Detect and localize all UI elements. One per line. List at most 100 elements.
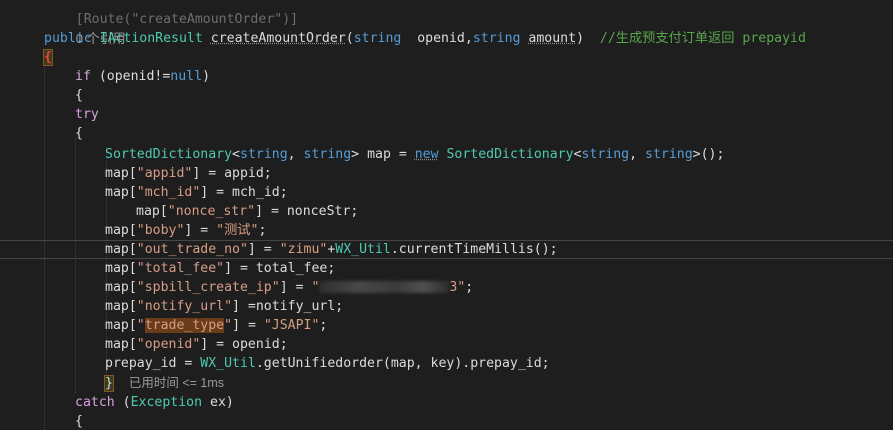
punct: ; — [319, 318, 328, 333]
code-line[interactable]: try — [0, 105, 893, 124]
code-text: ] = — [184, 223, 217, 238]
punct: > — [692, 147, 701, 162]
punct: , — [629, 147, 646, 162]
code-line[interactable]: } 已用时间 <= 1ms — [0, 374, 893, 393]
code-text: ] = total_fee; — [224, 261, 336, 276]
string-literal: "JSAPI" — [263, 318, 320, 333]
keyword: string — [303, 147, 352, 162]
type-name: WX_Util — [335, 242, 391, 257]
keyword: try — [75, 107, 99, 122]
type-name: Exception — [130, 395, 203, 410]
code-text: map[ — [105, 261, 137, 276]
code-text: ] = appid; — [192, 166, 272, 181]
redacted-ip — [319, 281, 450, 293]
perf-tip[interactable]: 已用时间 <= 1ms — [129, 376, 224, 390]
code-line[interactable]: map["openid"] = openid; — [0, 335, 893, 354]
codelens-line[interactable]: 0 个引用 — [0, 10, 893, 46]
code-text: ] = mch_id; — [200, 185, 288, 200]
type-name: WX_Util — [200, 356, 256, 371]
code-text: map[ — [105, 337, 137, 352]
string-literal: "nonce_str" — [167, 204, 256, 219]
punct: ; — [465, 280, 474, 295]
code-text: map[ — [105, 318, 137, 333]
string-literal: "appid" — [136, 166, 193, 181]
brace: { — [75, 126, 83, 141]
code-line[interactable]: map["mch_id"] = mch_id; — [0, 183, 893, 202]
string-literal: "notify_url" — [136, 299, 233, 314]
code-text: .getUnifiedorder(map, key).prepay_id; — [255, 356, 550, 371]
code-line[interactable]: map["boby"] = "测试"; — [0, 221, 893, 240]
code-line[interactable]: public IActionResult createAmountOrder(s… — [0, 29, 893, 48]
brace: { — [75, 414, 83, 429]
string-literal: "测试" — [216, 223, 259, 238]
keyword: null — [170, 69, 203, 84]
punct: > — [351, 147, 360, 162]
brace: { — [43, 49, 53, 66]
code-line[interactable]: { — [0, 48, 893, 67]
string-literal-highlighted: trade_type — [144, 318, 225, 333]
code-line[interactable]: map["total_fee"] = total_fee; — [0, 259, 893, 278]
keyword: string — [645, 147, 693, 162]
param: amount — [528, 31, 577, 46]
code-text: ex) — [202, 395, 234, 410]
code-line[interactable]: { — [0, 86, 893, 105]
code-line[interactable]: [Route("createAmountOrder")] — [0, 0, 893, 27]
code-text: map[ — [105, 223, 137, 238]
keyword: string — [353, 31, 402, 46]
punct: ( — [345, 31, 354, 46]
code-line[interactable]: map["notify_url"] =notify_url; — [0, 297, 893, 316]
keyword: string — [581, 147, 630, 162]
punct: ; — [258, 223, 267, 238]
code-text: map[ — [105, 166, 137, 181]
code-line[interactable]: map["spbill_create_ip"] = " 3"; — [0, 278, 893, 297]
string-literal: " — [311, 280, 320, 295]
code-line[interactable]: catch (Exception ex) — [0, 393, 893, 412]
string-literal: "boby" — [136, 223, 185, 238]
code-text: (); — [700, 147, 725, 162]
string-literal: "mch_id" — [136, 185, 201, 200]
code-text: ] = — [247, 242, 280, 257]
code-line[interactable]: { — [0, 412, 893, 430]
code-line[interactable]: { — [0, 124, 893, 143]
punct: , — [464, 31, 473, 46]
keyword: if — [75, 69, 91, 84]
type-name: SortedDictionary — [446, 147, 574, 162]
code-line[interactable]: if (openid!=null) — [0, 67, 893, 86]
code-text: map[ — [105, 299, 137, 314]
punct: ) — [576, 31, 585, 46]
code-line[interactable]: SortedDictionary<string, string> map = n… — [0, 145, 893, 164]
code-text: (openid!= — [90, 69, 171, 84]
string-literal: "out_trade_no" — [136, 242, 248, 257]
punct: ( — [114, 395, 131, 410]
keyword: new — [414, 147, 439, 162]
code-editor[interactable]: [Route("createAmountOrder")] 0 个引用 publi… — [0, 0, 893, 430]
code-line[interactable]: map["appid"] = appid; — [0, 164, 893, 183]
code-line[interactable]: prepay_id = WX_Util.getUnifiedorder(map,… — [0, 354, 893, 373]
code-line[interactable]: map["trade_type"] = "JSAPI"; — [0, 316, 893, 335]
string-literal: "openid" — [136, 337, 201, 352]
code-text: prepay_id = — [105, 356, 201, 371]
string-literal: 3" — [449, 280, 466, 295]
brace: } — [104, 375, 114, 392]
punct: < — [232, 147, 240, 162]
code-text: ] = — [232, 318, 264, 333]
code-line[interactable]: map["nonce_str"] = nonceStr; — [0, 202, 893, 221]
code-text: map[ — [105, 185, 137, 200]
string-literal: "total_fee" — [136, 261, 225, 276]
string-literal: " — [224, 318, 233, 333]
string-literal: "zimu" — [279, 242, 328, 257]
code-text: ] =notify_url; — [232, 299, 344, 314]
string-literal: " — [136, 318, 145, 333]
type-name: SortedDictionary — [105, 147, 233, 162]
comment: //生成预支付订单返回 prepayid — [599, 31, 806, 46]
keyword: string — [240, 147, 288, 162]
code-text: ] = openid; — [200, 337, 288, 352]
code-text: map[ — [105, 280, 137, 295]
code-text: ] = nonceStr; — [255, 204, 359, 219]
type-name: IActionResult — [99, 31, 203, 46]
string-literal: "spbill_create_ip" — [136, 280, 280, 295]
keyword: public — [44, 31, 92, 46]
code-line[interactable]: map["out_trade_no"] = "zimu"+WX_Util.cur… — [0, 240, 893, 259]
code-text: .currentTimeMillis(); — [390, 242, 558, 257]
param: openid — [417, 31, 465, 46]
